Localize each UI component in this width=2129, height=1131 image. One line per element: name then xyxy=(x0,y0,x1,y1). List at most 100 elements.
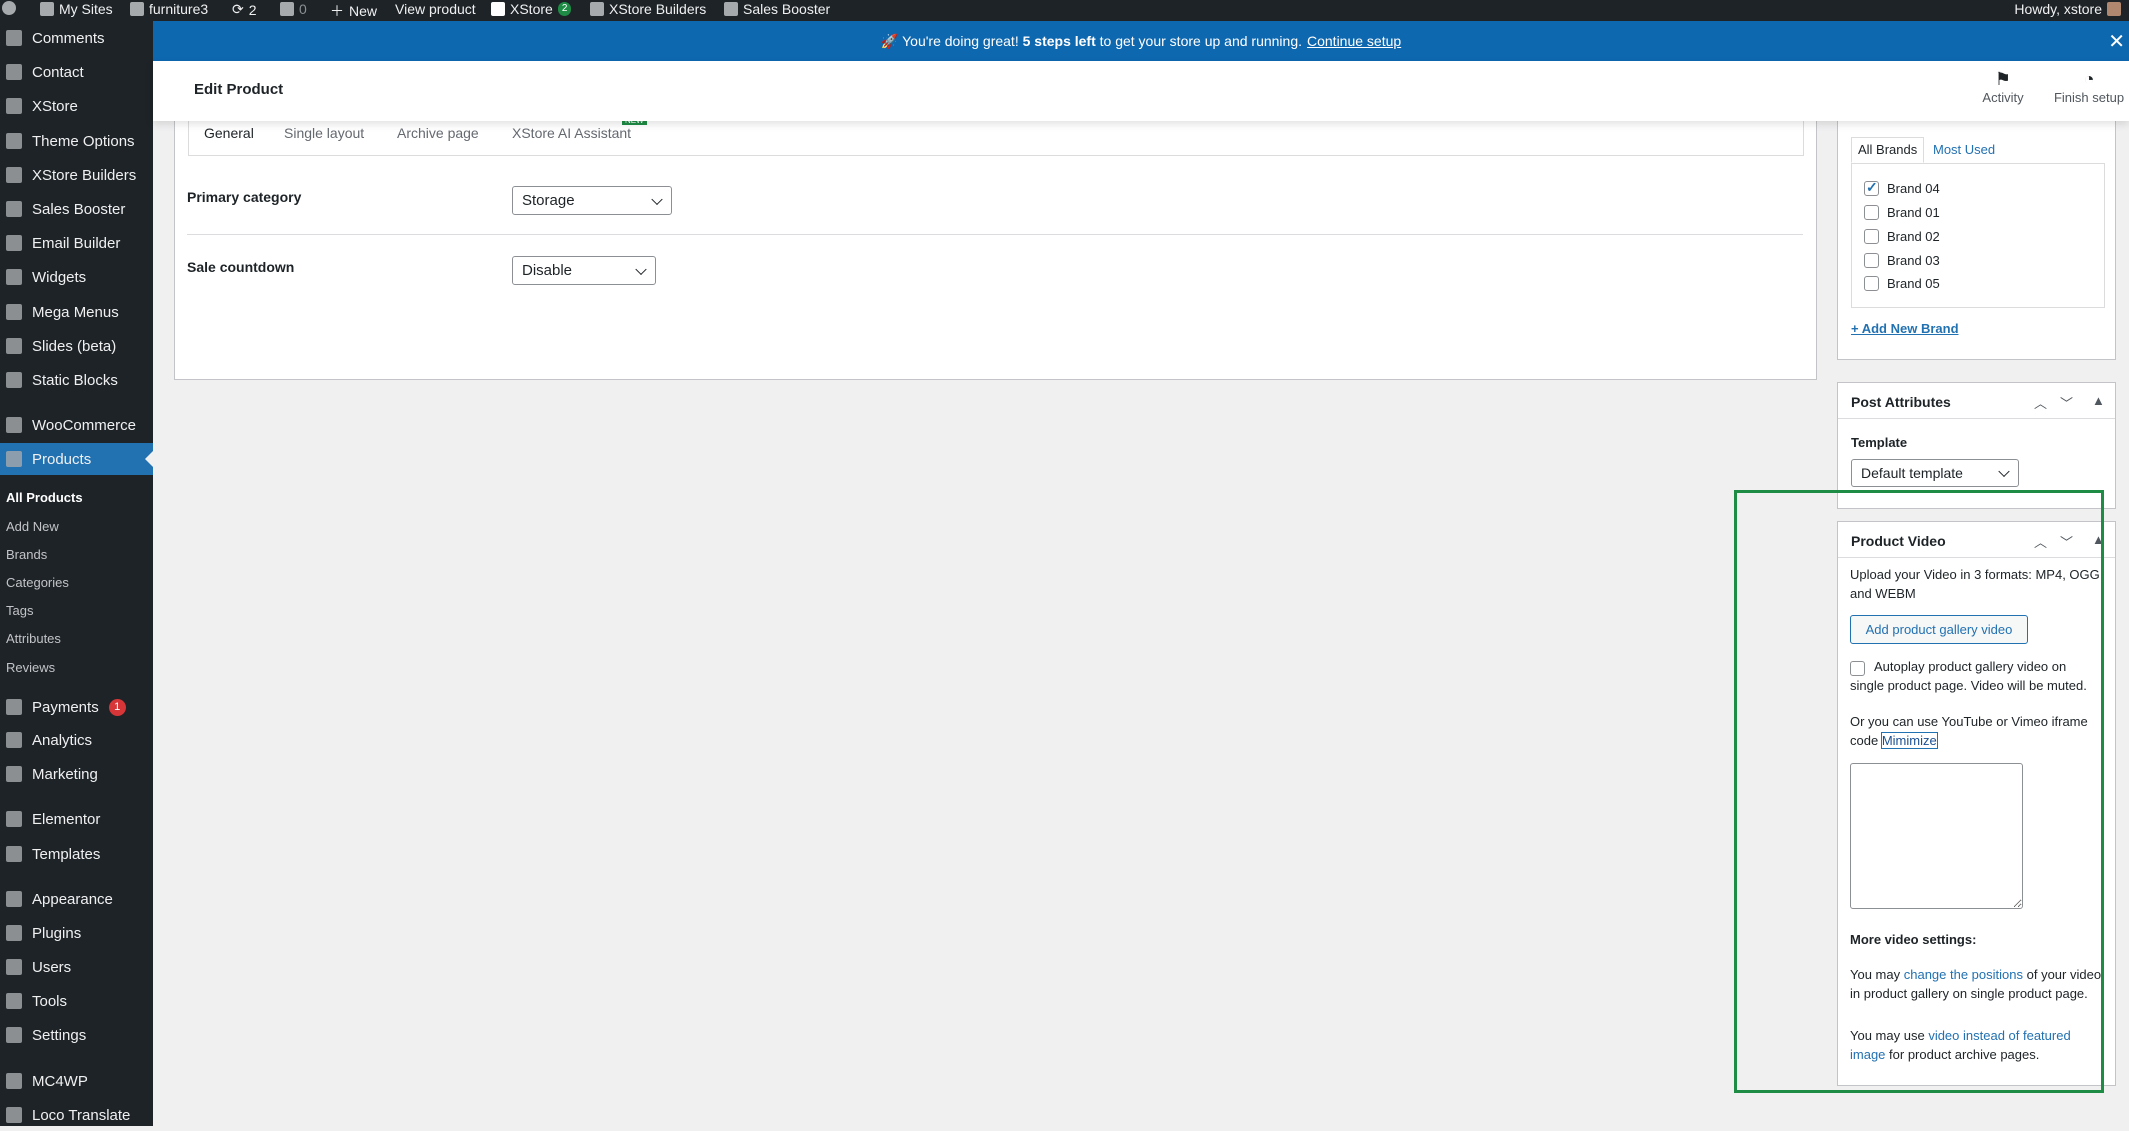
brand-checkbox[interactable] xyxy=(1864,205,1879,220)
brand-item[interactable]: Brand 03 xyxy=(1864,253,1940,268)
tab-general[interactable]: General xyxy=(204,125,254,141)
tab-all-brands[interactable]: All Brands xyxy=(1851,137,1925,163)
brand-checkbox[interactable] xyxy=(1864,253,1879,268)
toggle-panel-icon[interactable]: ▲ xyxy=(2092,393,2105,408)
sidebar-item-marketing[interactable]: Marketing xyxy=(0,758,153,790)
move-down-icon[interactable]: ﹀ xyxy=(2060,393,2073,412)
primary-category-select[interactable]: Storage xyxy=(512,186,672,215)
add-new-brand-link[interactable]: + Add New Brand xyxy=(1851,321,1959,336)
notice-bold: 5 steps left xyxy=(1022,33,1096,49)
sidebar-item-slides-beta[interactable]: Slides (beta) xyxy=(0,330,153,362)
sidebar-item-comments[interactable]: Comments xyxy=(0,22,153,54)
xstore-link[interactable]: XStore 2 xyxy=(491,1,572,17)
sales-booster-link[interactable]: Sales Booster xyxy=(724,1,830,17)
sidebar-item-label: Contact xyxy=(32,63,84,81)
bar-chart-icon xyxy=(724,2,738,16)
sidebar-item-mc4wp[interactable]: MC4WP xyxy=(0,1065,153,1097)
sidebar-item-products[interactable]: Products xyxy=(0,443,153,475)
move-up-icon[interactable]: ︿ xyxy=(2034,393,2047,412)
sidebar-item-settings[interactable]: Settings xyxy=(0,1019,153,1051)
wordpress-logo-icon[interactable] xyxy=(2,1,16,15)
sidebar-item-users[interactable]: Users xyxy=(0,951,153,983)
close-icon[interactable]: ✕ xyxy=(2108,29,2125,54)
brand-checkbox[interactable] xyxy=(1864,276,1879,291)
brand-label: Brand 03 xyxy=(1887,253,1940,268)
sidebar-item-xstore-builders[interactable]: XStore Builders xyxy=(0,159,153,191)
sidebar-item-tools[interactable]: Tools xyxy=(0,985,153,1017)
menu-icon xyxy=(6,338,22,354)
sidebar-item-label: Users xyxy=(32,958,72,976)
sidebar-item-contact[interactable]: Contact xyxy=(0,56,153,88)
comments-link[interactable]: 0 xyxy=(280,1,307,17)
sidebar-item-mega-menus[interactable]: Mega Menus xyxy=(0,296,153,328)
add-product-gallery-video-button[interactable]: Add product gallery video xyxy=(1850,615,2028,644)
sidebar-item-payments[interactable]: Payments 1 xyxy=(0,691,153,723)
sidebar-item-appearance[interactable]: Appearance xyxy=(0,883,153,915)
new-link[interactable]: ＋ New xyxy=(330,1,377,21)
tab-xstore-ai-assistant[interactable]: XStore AI Assistant xyxy=(512,125,631,141)
activity-button[interactable]: ⚑ Activity xyxy=(1971,69,2035,105)
site-link[interactable]: furniture3 xyxy=(130,1,208,17)
change-positions-link[interactable]: change the positions xyxy=(1904,967,2023,982)
xstore-builders-link[interactable]: XStore Builders xyxy=(590,1,706,17)
tab-single-layout[interactable]: Single layout xyxy=(284,125,364,141)
menu-icon xyxy=(6,959,22,975)
brand-checkbox[interactable] xyxy=(1864,229,1879,244)
sidebar-item-sales-booster[interactable]: Sales Booster xyxy=(0,193,153,225)
minimize-link[interactable]: Mimimize xyxy=(1880,732,1938,749)
brand-checkbox[interactable] xyxy=(1864,179,1879,196)
continue-setup-link[interactable]: Continue setup xyxy=(1307,33,1401,49)
xstore-label: XStore xyxy=(510,1,553,17)
template-select[interactable]: Default template xyxy=(1851,459,2019,487)
toggle-panel-icon[interactable]: ▲ xyxy=(2092,532,2105,547)
brand-item[interactable]: Brand 02 xyxy=(1864,229,1940,244)
submenu-brands[interactable]: Brands xyxy=(6,547,47,562)
move-down-icon[interactable]: ﹀ xyxy=(2060,532,2073,551)
view-product-link[interactable]: View product xyxy=(395,1,476,17)
submenu-all-products[interactable]: All Products xyxy=(6,490,83,505)
submenu-tags[interactable]: Tags xyxy=(6,603,33,618)
brand-item[interactable]: Brand 01 xyxy=(1864,205,1940,220)
sale-countdown-select[interactable]: Disable xyxy=(512,256,656,285)
submenu-add-new[interactable]: Add New xyxy=(6,519,59,534)
text: for product archive pages. xyxy=(1889,1047,2040,1062)
brand-item[interactable]: Brand 04 xyxy=(1864,179,1940,196)
brand-label: Brand 02 xyxy=(1887,229,1940,244)
comment-icon xyxy=(280,2,294,16)
menu-icon xyxy=(6,30,22,46)
brand-item[interactable]: Brand 05 xyxy=(1864,276,1940,291)
sidebar-item-woocommerce[interactable]: WooCommerce xyxy=(0,409,153,441)
autoplay-label: Autoplay product gallery video on single… xyxy=(1850,659,2087,693)
tab-archive-page[interactable]: Archive page xyxy=(397,125,479,141)
move-up-icon[interactable]: ︿ xyxy=(2034,532,2047,551)
sidebar-item-plugins[interactable]: Plugins xyxy=(0,917,153,949)
submenu-reviews[interactable]: Reviews xyxy=(6,660,55,675)
sidebar-item-xstore[interactable]: XStore xyxy=(0,90,153,122)
menu-icon xyxy=(6,811,22,827)
sidebar-item-widgets[interactable]: Widgets xyxy=(0,261,153,293)
iframe-code-textarea[interactable] xyxy=(1850,763,2023,909)
finish-setup-button[interactable]: ◔ Finish setup xyxy=(2049,69,2129,105)
my-sites-link[interactable]: My Sites xyxy=(40,1,113,17)
sidebar-item-label: Templates xyxy=(32,845,101,863)
sidebar-item-label: Loco Translate xyxy=(32,1106,131,1124)
sidebar-item-theme-options[interactable]: Theme Options xyxy=(0,125,153,157)
updates-link[interactable]: ⟳ 2 xyxy=(232,1,257,18)
plus-icon: ＋ xyxy=(330,3,344,19)
sidebar-item-label: Settings xyxy=(32,1026,87,1044)
tab-most-used[interactable]: Most Used xyxy=(1933,137,1995,163)
sidebar-item-email-builder[interactable]: Email Builder xyxy=(0,227,153,259)
menu-icon xyxy=(6,133,22,149)
submenu-attributes[interactable]: Attributes xyxy=(6,631,61,646)
avatar xyxy=(2107,2,2121,16)
account-menu[interactable]: Howdy, xstore xyxy=(2014,1,2121,17)
sidebar-item-analytics[interactable]: Analytics xyxy=(0,724,153,756)
sidebar-item-loco-translate[interactable]: Loco Translate xyxy=(0,1099,153,1131)
sidebar-item-elementor[interactable]: Elementor xyxy=(0,803,153,835)
refresh-icon: ⟳ xyxy=(232,1,244,17)
sidebar-item-static-blocks[interactable]: Static Blocks xyxy=(0,364,153,396)
menu-icon xyxy=(6,201,22,217)
submenu-categories[interactable]: Categories xyxy=(6,575,69,590)
sidebar-item-label: XStore xyxy=(32,97,78,115)
sidebar-item-templates[interactable]: Templates xyxy=(0,838,153,870)
